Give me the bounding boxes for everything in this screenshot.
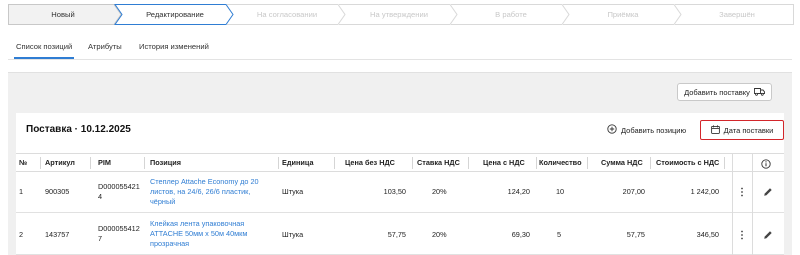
calendar-icon [710,124,720,136]
row-menu-kebab-icon[interactable] [736,229,748,241]
col-price-vat[interactable]: Цена с НДС [483,154,525,172]
action-column-divider [752,153,753,255]
cell-article: 900305 [45,187,70,196]
col-price-no-vat[interactable]: Цена без НДС [345,154,395,172]
tab-change-history[interactable]: История изменений [139,37,209,59]
col-position[interactable]: Позиция [150,154,181,172]
cell-price-no-vat: 103,50 [383,187,406,196]
delivery-date-button[interactable]: Дата поставки [700,120,784,140]
step-in-progress: В работе [495,10,527,19]
col-separator [144,157,145,169]
col-separator [587,157,588,169]
step-editing: Редактирование [146,10,204,19]
col-separator [334,157,335,169]
cell-unit: Штука [282,230,304,239]
cell-quantity: 5 [557,230,562,239]
table-row[interactable]: 1 900305 D0000554214 Степлер Attache Eco… [16,172,784,213]
tab-bar: Список позиций Атрибуты История изменени… [8,37,792,59]
col-total-vat[interactable]: Стоимость с НДС [656,154,719,172]
step-on-confirmation: На утверждении [370,10,428,19]
tabs-divider [8,59,792,60]
cell-vat-rate: 20% [432,187,447,196]
cell-pim: D0000554214 [98,182,140,201]
col-unit[interactable]: Единица [282,154,314,172]
step-completed: Завершён [719,10,755,19]
col-separator [724,157,725,169]
add-delivery-label: Добавить поставку [684,87,750,97]
col-separator [468,157,469,169]
col-separator [650,157,651,169]
cell-pim: D0000554127 [98,224,140,243]
col-vat-sum[interactable]: Сумма НДС [601,154,643,172]
cell-vat-rate: 20% [432,230,447,239]
cell-price-vat: 124,20 [507,187,530,196]
cell-unit: Штука [282,187,304,196]
cell-price-no-vat: 57,75 [387,230,406,239]
plus-circle-icon [607,124,617,136]
step-on-approval: На согласовании [256,10,318,19]
col-separator [412,157,413,169]
tab-positions-list[interactable]: Список позиций [13,37,75,59]
col-article[interactable]: Артикул [45,154,75,172]
add-delivery-button[interactable]: Добавить поставку [677,83,772,101]
cell-quantity: 10 [556,187,565,196]
col-quantity[interactable]: Количество [539,154,582,172]
status-stepper: Новый Редактирование На согласовании На … [8,4,794,25]
cell-position-link[interactable]: Клейкая лента упаковочная ATTACHE 50мм х… [150,219,274,249]
col-pim[interactable]: PIM [98,154,111,172]
cell-article: 143757 [45,230,70,239]
add-position-label: Добавить позицию [621,125,687,135]
col-num[interactable]: № [19,154,27,172]
cell-total-vat: 1 242,00 [690,187,719,196]
delivery-title: Поставка · 10.12.2025 [26,124,131,135]
col-separator [536,157,537,169]
col-separator [90,157,91,169]
edit-pencil-icon[interactable] [762,229,774,241]
cell-price-vat: 69,30 [511,230,530,239]
edit-pencil-icon[interactable] [762,186,774,198]
cell-num: 2 [19,230,24,239]
cell-total-vat: 346,50 [696,230,719,239]
col-vat-rate[interactable]: Ставка НДС [417,154,460,172]
cell-position-link[interactable]: Степлер Attache Economy до 20 листов, на… [150,177,274,207]
cell-num: 1 [19,187,24,196]
action-column-divider [732,153,733,255]
table-row[interactable]: 2 143757 D0000554127 Клейкая лента упако… [16,213,784,255]
info-icon[interactable] [760,158,772,170]
col-separator [40,157,41,169]
step-acceptance: Приёмка [607,10,639,19]
add-position-button[interactable]: Добавить позицию [607,124,686,136]
truck-icon [753,87,765,98]
cell-vat-sum: 207,00 [622,187,645,196]
col-separator [278,157,279,169]
table-header: № Артикул PIM Позиция Единица Цена без Н… [16,153,784,172]
step-new: Новый [51,10,75,19]
delivery-date-label: Дата поставки [723,125,774,135]
cell-vat-sum: 57,75 [626,230,645,239]
row-menu-kebab-icon[interactable] [736,186,748,198]
tab-attributes[interactable]: Атрибуты [88,37,122,59]
